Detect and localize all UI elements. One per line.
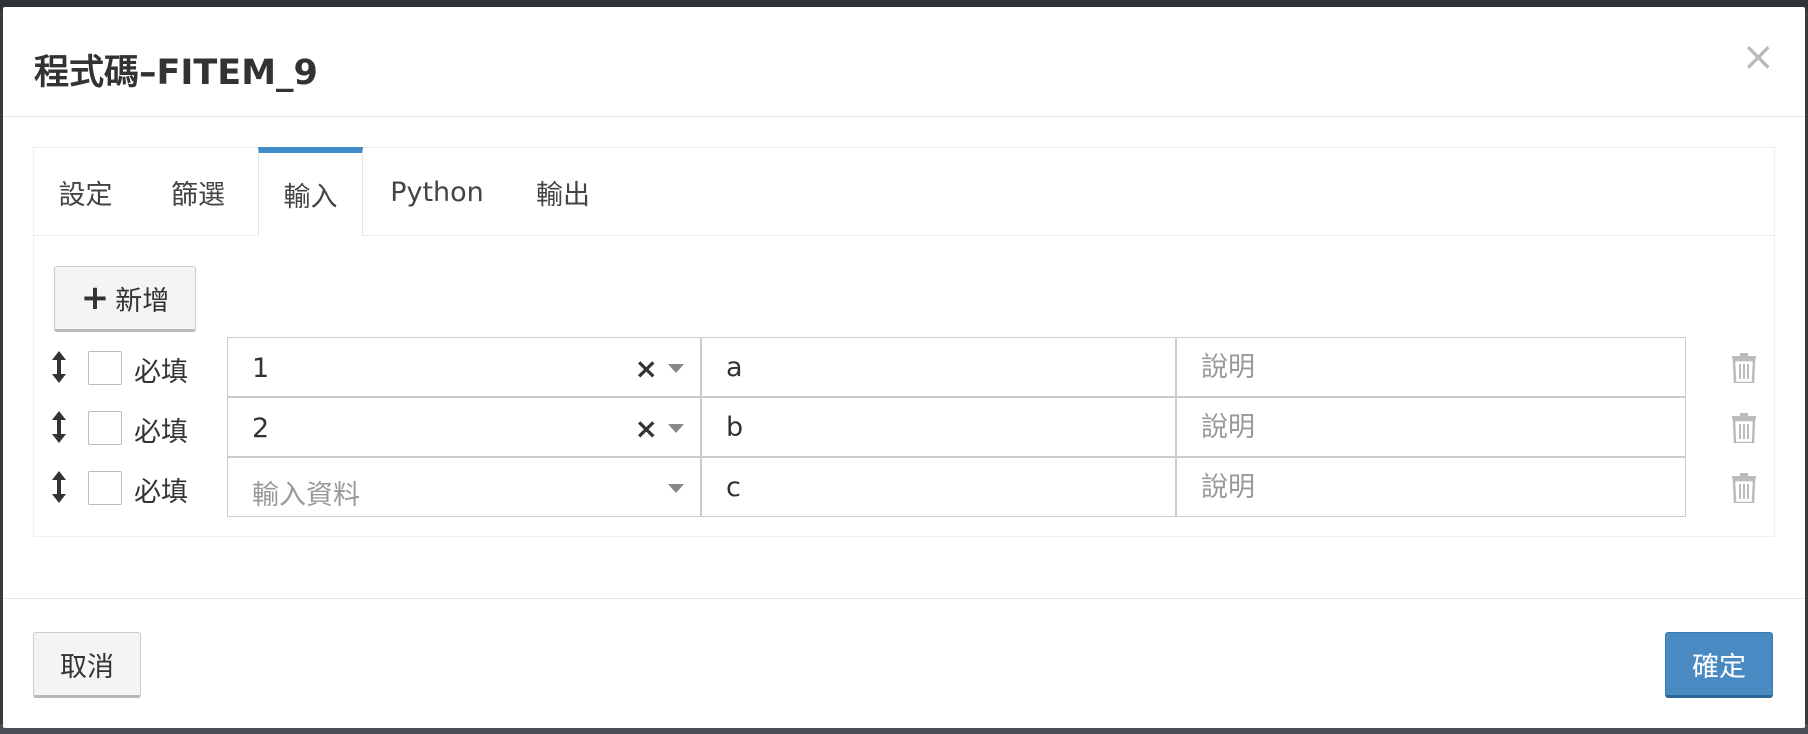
drag-handle-icon[interactable] [51,411,67,443]
input-row: 必填 2 × [34,397,1774,457]
tab-bar: 設定 篩選 輸入 Python 輸出 [34,147,1774,236]
dialog-header: 程式碼–FITEM_9 × [3,7,1805,117]
input-source-select[interactable]: 輸入資料 [227,457,701,517]
description-input[interactable] [1176,337,1686,397]
description-input[interactable] [1176,397,1686,457]
input-source-select[interactable]: 2 × [227,397,701,457]
required-label: 必填 [134,417,188,448]
variable-name-input[interactable] [701,337,1176,397]
dialog-footer: 取消 確定 [3,598,1805,728]
tab-filter[interactable]: 篩選 [144,148,252,236]
clear-icon[interactable]: × [635,412,658,445]
input-row: 必填 輸入資料 [34,457,1774,517]
caret-down-icon [668,484,684,493]
dialog-title: 程式碼–FITEM_9 [34,53,318,93]
plus-icon: + [80,278,110,318]
description-input[interactable] [1176,457,1686,517]
caret-down-icon [668,424,684,433]
confirm-button[interactable]: 確定 [1665,632,1773,698]
tab-output[interactable]: 輸出 [508,148,618,236]
trash-icon[interactable] [1731,473,1757,503]
tab-python[interactable]: Python [370,148,504,236]
variable-name-input[interactable] [701,397,1176,457]
input-source-value: 1 [252,353,270,384]
trash-icon[interactable] [1731,353,1757,383]
caret-down-icon [668,364,684,373]
required-checkbox[interactable] [88,471,122,505]
input-source-value: 2 [252,413,270,444]
tab-input[interactable]: 輸入 [258,147,363,236]
required-label: 必填 [134,357,188,388]
drag-handle-icon[interactable] [51,351,67,383]
cancel-button[interactable]: 取消 [33,632,141,698]
input-row: 必填 1 × [34,337,1774,397]
required-checkbox[interactable] [88,351,122,385]
clear-icon[interactable]: × [635,352,658,385]
input-source-placeholder: 輸入資料 [252,480,360,511]
input-source-select[interactable]: 1 × [227,337,701,397]
variable-name-input[interactable] [701,457,1176,517]
code-dialog: 程式碼–FITEM_9 × 設定 篩選 輸入 Python 輸出 + 新增 必填… [3,7,1805,728]
drag-handle-icon[interactable] [51,471,67,503]
add-button-label: 新增 [115,285,170,317]
trash-icon[interactable] [1731,413,1757,443]
add-button[interactable]: + 新增 [54,266,196,332]
tab-panel: 設定 篩選 輸入 Python 輸出 + 新增 必填 1 × a 說明 必填 2… [33,147,1775,537]
required-label: 必填 [134,477,188,508]
tab-settings[interactable]: 設定 [34,148,137,236]
close-icon[interactable]: × [1741,37,1775,77]
required-checkbox[interactable] [88,411,122,445]
